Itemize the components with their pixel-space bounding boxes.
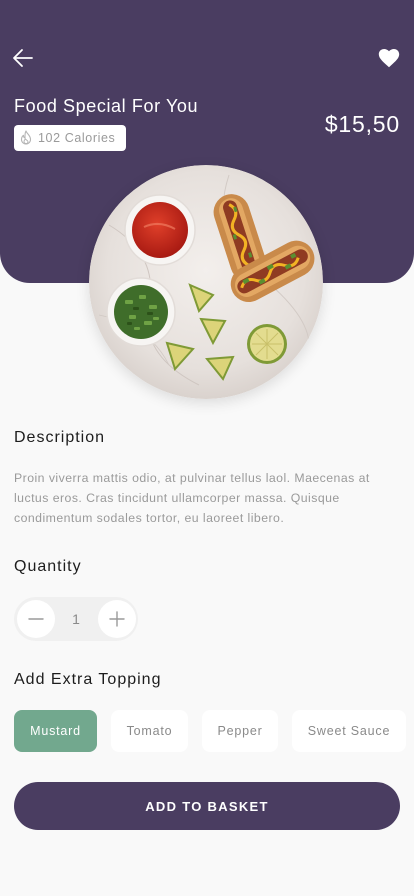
description-text: Proin viverra mattis odio, at pulvinar t… [14, 471, 370, 525]
product-detail-screen: Food Special For You 102 Calories $15,50 [0, 0, 414, 896]
quantity-title: Quantity [14, 558, 82, 575]
page-title: Food Special For You [14, 96, 199, 116]
quantity-value: 1 [72, 611, 80, 627]
increase-quantity-button[interactable] [98, 600, 136, 638]
back-button[interactable] [11, 46, 35, 70]
toppings-title: Add Extra Topping [14, 671, 162, 688]
flame-icon [20, 130, 32, 145]
heart-icon [378, 49, 400, 68]
topping-chip-pepper[interactable]: Pepper [202, 710, 278, 752]
topping-chip-sweet-sauce[interactable]: Sweet Sauce [292, 710, 406, 752]
topping-chip-mustard[interactable]: Mustard [14, 710, 97, 752]
quantity-stepper: 1 [14, 597, 138, 641]
price-label: $15,50 [324, 111, 400, 137]
minus-icon [28, 618, 44, 620]
arrow-left-icon [13, 49, 33, 67]
decrease-quantity-button[interactable] [17, 600, 55, 638]
dish-image [89, 165, 323, 399]
plus-icon [109, 611, 125, 627]
description-title: Description [14, 429, 106, 446]
topping-chip-tomato[interactable]: Tomato [111, 710, 188, 752]
calories-label: 102 Calories [38, 131, 116, 145]
favorite-button[interactable] [377, 46, 401, 70]
add-to-basket-button[interactable]: ADD TO BASKET [14, 782, 400, 830]
calories-badge: 102 Calories [14, 125, 126, 151]
